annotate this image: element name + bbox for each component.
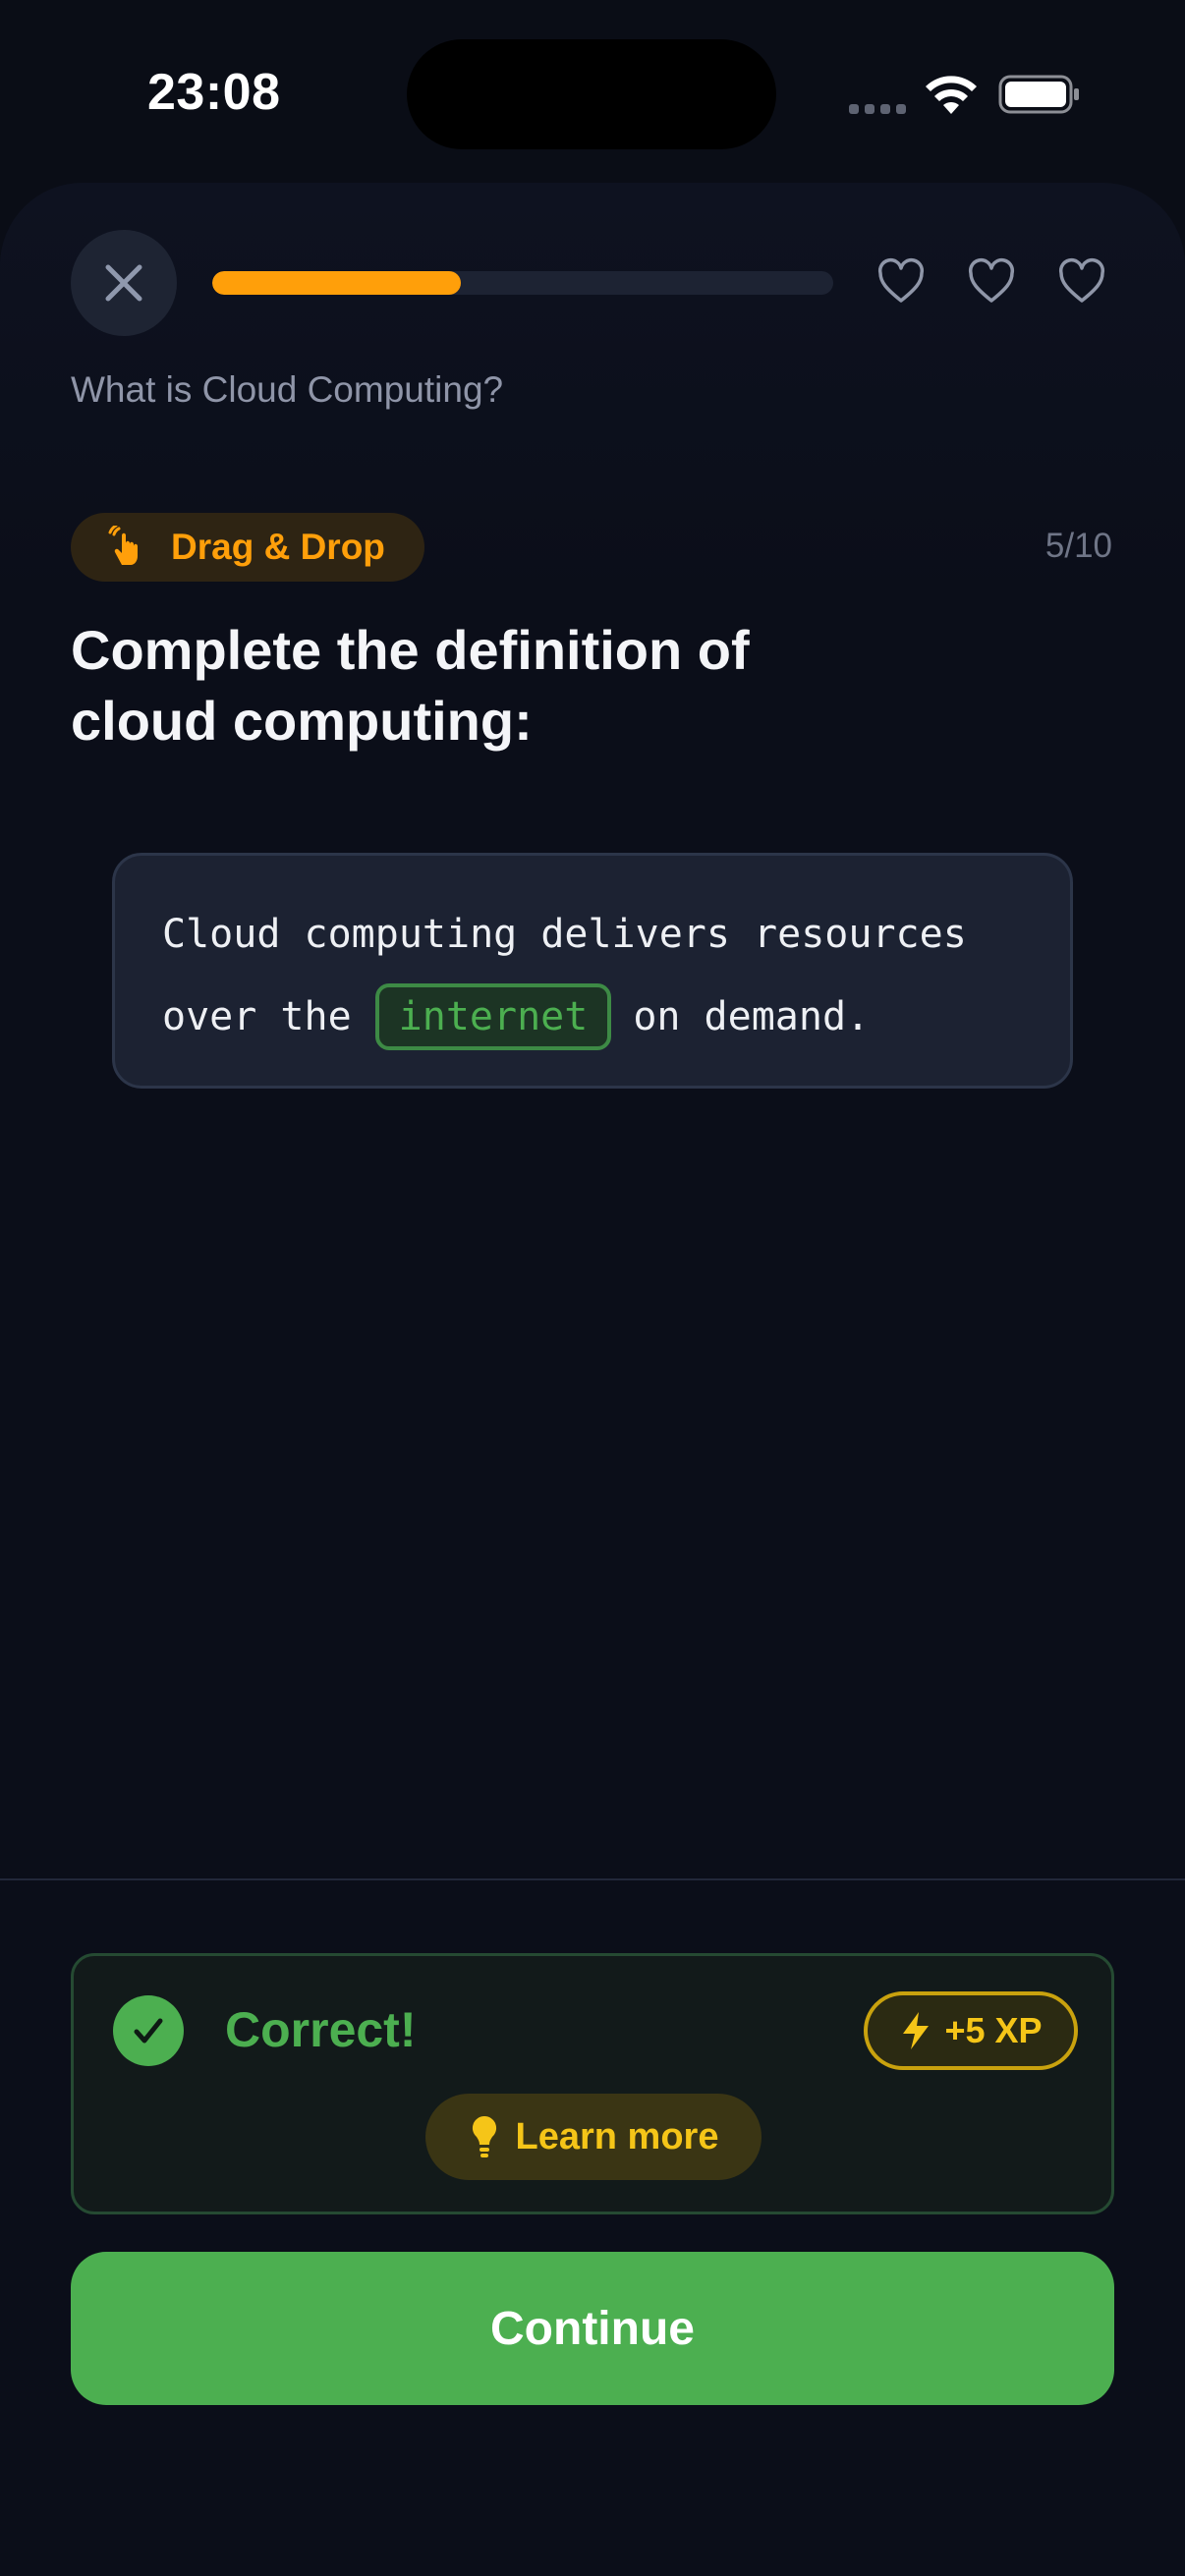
- close-button[interactable]: [71, 230, 177, 336]
- xp-reward-label: +5 XP: [944, 2010, 1043, 2050]
- close-icon: [105, 264, 142, 302]
- code-line-2: over the internet on demand.: [162, 976, 1070, 1058]
- continue-button[interactable]: Continue: [71, 2252, 1114, 2405]
- lightning-bolt-icon: [903, 2012, 930, 2049]
- question-type-label: Drag & Drop: [171, 527, 385, 567]
- code-snippet-box: Cloud computing delivers resources over …: [112, 853, 1073, 1089]
- dynamic-island: [407, 39, 776, 149]
- code-line-1: Cloud computing delivers resources: [162, 912, 967, 957]
- question-counter: 5/10: [1044, 527, 1112, 565]
- code-text-after-blank: on demand.: [633, 994, 871, 1039]
- status-bar: 23:08: [0, 0, 1185, 187]
- question-type-badge: Drag & Drop: [71, 513, 424, 582]
- lightbulb-icon: [472, 2115, 496, 2157]
- learn-more-label: Learn more: [515, 2115, 719, 2157]
- code-text-before-blank: over the: [162, 994, 352, 1039]
- answer-drop-slot[interactable]: internet: [374, 983, 612, 1050]
- result-feedback-panel: Correct! +5 XP Learn more: [71, 1953, 1114, 2214]
- lesson-title: What is Cloud Computing?: [71, 369, 504, 410]
- wifi-icon: [926, 76, 977, 114]
- hand-tap-icon: [108, 526, 138, 565]
- lesson-progress-bar: [212, 271, 833, 295]
- footer-divider: [0, 1878, 1185, 1880]
- lives-hearts: [876, 257, 1106, 307]
- battery-icon: [998, 75, 1079, 114]
- learn-more-button[interactable]: Learn more: [425, 2094, 762, 2180]
- status-time: 23:08: [147, 64, 281, 121]
- checkmark-icon: [113, 1995, 184, 2066]
- heart-icon: [1058, 258, 1105, 303]
- heart-icon: [877, 258, 925, 303]
- cellular-signal-icon: [849, 104, 906, 114]
- lesson-progress-fill: [212, 271, 461, 295]
- result-status-text: Correct!: [225, 2002, 417, 2057]
- continue-label: Continue: [490, 2302, 695, 2355]
- heart-icon: [968, 258, 1015, 303]
- question-prompt: Complete the definition of cloud computi…: [71, 619, 750, 752]
- xp-reward-badge: +5 XP: [864, 1991, 1078, 2070]
